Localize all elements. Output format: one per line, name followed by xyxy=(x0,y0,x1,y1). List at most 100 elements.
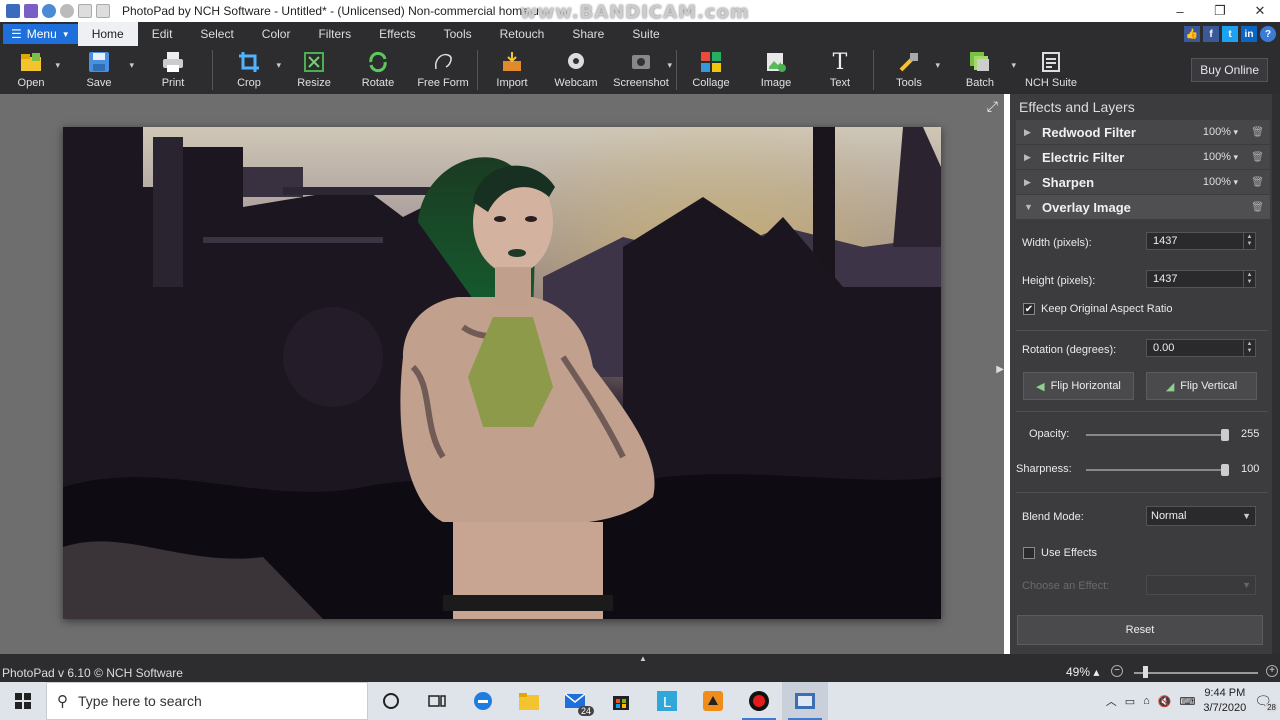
layer-redwood-filter[interactable]: ▶ Redwood Filter 100% 🗑 xyxy=(1016,120,1270,144)
new-icon[interactable] xyxy=(78,4,92,18)
app-orange-icon[interactable] xyxy=(690,682,736,720)
flip-vertical-button[interactable]: ◢ Flip Vertical xyxy=(1146,372,1257,400)
rotate-button[interactable]: Rotate xyxy=(345,46,411,94)
copy-icon[interactable] xyxy=(96,4,110,18)
height-input[interactable]: 1437 ▲ ▼ xyxy=(1146,270,1256,288)
layer-sharpen[interactable]: ▶ Sharpen 100% 🗑 xyxy=(1016,170,1270,194)
trash-icon[interactable]: 🗑 xyxy=(1251,177,1264,188)
linkedin-icon[interactable]: in xyxy=(1241,26,1257,42)
tab-effects[interactable]: Effects xyxy=(365,22,429,46)
taskbar-search[interactable]: ⚲ Type here to search xyxy=(46,682,368,720)
chevron-right-icon[interactable]: ▶ xyxy=(1024,177,1038,188)
network-icon[interactable]: ⌂ xyxy=(1143,695,1150,707)
canvas-area[interactable]: ⤢ ▶ xyxy=(0,94,1004,654)
app-l-icon[interactable]: L xyxy=(644,682,690,720)
layer-overlay-image[interactable]: ▼ Overlay Image 🗑 xyxy=(1016,195,1270,219)
choose-effect-select[interactable]: ▼ xyxy=(1146,575,1256,595)
redo-icon[interactable] xyxy=(60,4,74,18)
like-icon[interactable]: 👍 xyxy=(1184,26,1200,42)
sharpness-slider-track[interactable] xyxy=(1086,469,1226,471)
store-icon[interactable] xyxy=(598,682,644,720)
close-button[interactable]: ✕ xyxy=(1240,0,1280,22)
height-spinner[interactable]: ▲ ▼ xyxy=(1243,271,1255,287)
minimize-button[interactable]: – xyxy=(1160,0,1200,22)
open-button[interactable]: Open xyxy=(0,46,62,94)
text-button[interactable]: T Text xyxy=(809,46,871,94)
start-button[interactable] xyxy=(0,682,46,720)
trash-icon[interactable]: 🗑 xyxy=(1251,202,1264,213)
buy-online-button[interactable]: Buy Online xyxy=(1191,58,1268,82)
save-icon[interactable] xyxy=(24,4,38,18)
tab-tools[interactable]: Tools xyxy=(430,22,486,46)
screenshot-button[interactable]: Screenshot xyxy=(608,46,674,94)
tools-button[interactable]: Tools xyxy=(876,46,942,94)
batch-button[interactable]: Batch xyxy=(942,46,1018,94)
tab-edit[interactable]: Edit xyxy=(138,22,187,46)
trash-icon[interactable]: 🗑 xyxy=(1251,152,1264,163)
layer-opacity-dropdown[interactable]: 100% xyxy=(1203,126,1238,138)
chevron-right-icon[interactable]: ▶ xyxy=(1024,152,1038,163)
collage-button[interactable]: Collage xyxy=(679,46,743,94)
task-view-icon[interactable] xyxy=(414,682,460,720)
reset-button[interactable]: Reset xyxy=(1017,615,1263,645)
battery-icon[interactable]: ▭ xyxy=(1125,695,1135,708)
layer-electric-filter[interactable]: ▶ Electric Filter 100% 🗑 xyxy=(1016,145,1270,169)
panel-collapse-arrow[interactable]: ▶ xyxy=(996,364,1004,375)
image-button[interactable]: Image xyxy=(743,46,809,94)
use-effects-checkbox[interactable] xyxy=(1023,547,1035,559)
panel-scrollbar[interactable] xyxy=(1272,94,1280,654)
chevron-right-icon[interactable]: ▶ xyxy=(1024,127,1038,138)
tab-home[interactable]: Home xyxy=(77,22,138,46)
tab-color[interactable]: Color xyxy=(248,22,305,46)
opacity-slider-track[interactable] xyxy=(1086,434,1226,436)
zoom-slider-track[interactable] xyxy=(1134,672,1258,674)
layer-opacity-dropdown[interactable]: 100% xyxy=(1203,176,1238,188)
chevron-down-icon[interactable]: ▼ xyxy=(1024,202,1038,212)
sharpness-slider-thumb[interactable] xyxy=(1221,464,1229,476)
clock[interactable]: 9:44 PM 3/7/2020 xyxy=(1203,686,1246,716)
free-form-button[interactable]: Free Form xyxy=(411,46,475,94)
zoom-level[interactable]: 49% ▴ xyxy=(1066,665,1099,679)
rotation-spinner[interactable]: ▲ ▼ xyxy=(1243,340,1255,356)
resize-button[interactable]: Resize xyxy=(283,46,345,94)
zoom-slider-thumb[interactable] xyxy=(1143,666,1148,678)
layer-opacity-dropdown[interactable]: 100% xyxy=(1203,151,1238,163)
edited-photo[interactable] xyxy=(63,127,941,619)
width-input[interactable]: 1437 ▲ ▼ xyxy=(1146,232,1256,250)
tab-retouch[interactable]: Retouch xyxy=(486,22,559,46)
keyboard-icon[interactable]: ⌨ xyxy=(1180,695,1196,708)
tab-suite[interactable]: Suite xyxy=(618,22,673,46)
keep-aspect-checkbox[interactable]: ✔ xyxy=(1023,303,1035,315)
zoom-in-icon[interactable]: + xyxy=(1266,665,1278,677)
tab-select[interactable]: Select xyxy=(186,22,247,46)
import-button[interactable]: Import xyxy=(480,46,544,94)
blend-mode-select[interactable]: Normal ▼ xyxy=(1146,506,1256,526)
zoom-out-icon[interactable]: − xyxy=(1111,665,1123,677)
photopad-taskbar-icon[interactable] xyxy=(782,682,828,720)
twitter-icon[interactable]: t xyxy=(1222,26,1238,42)
bandicam-icon[interactable] xyxy=(736,682,782,720)
help-icon[interactable]: ? xyxy=(1260,26,1276,42)
main-menu-button[interactable]: ☰ Menu ▼ xyxy=(3,24,78,44)
trash-icon[interactable]: 🗑 xyxy=(1251,127,1264,138)
facebook-icon[interactable]: f xyxy=(1203,26,1219,42)
chevron-up-icon[interactable]: ︿ xyxy=(1106,693,1117,709)
tab-filters[interactable]: Filters xyxy=(304,22,365,46)
chevron-up-icon[interactable]: ▲ xyxy=(639,654,647,663)
opacity-slider-thumb[interactable] xyxy=(1221,429,1229,441)
cortana-icon[interactable] xyxy=(368,682,414,720)
crop-button[interactable]: Crop xyxy=(215,46,283,94)
print-button[interactable]: Print xyxy=(136,46,210,94)
file-explorer-icon[interactable] xyxy=(506,682,552,720)
width-spinner[interactable]: ▲ ▼ xyxy=(1243,233,1255,249)
rotation-input[interactable]: 0.00 ▲ ▼ xyxy=(1146,339,1256,357)
tab-share[interactable]: Share xyxy=(558,22,618,46)
notification-icon[interactable]: 🗨 28 xyxy=(1254,693,1278,712)
fullscreen-icon[interactable]: ⤢ xyxy=(987,98,998,115)
undo-icon[interactable] xyxy=(42,4,56,18)
nch-suite-button[interactable]: NCH Suite xyxy=(1018,46,1084,94)
flip-horizontal-button[interactable]: ◀ Flip Horizontal xyxy=(1023,372,1134,400)
save-button[interactable]: Save xyxy=(62,46,136,94)
volume-muted-icon[interactable]: 🔇 xyxy=(1158,695,1172,708)
edge-icon[interactable] xyxy=(460,682,506,720)
